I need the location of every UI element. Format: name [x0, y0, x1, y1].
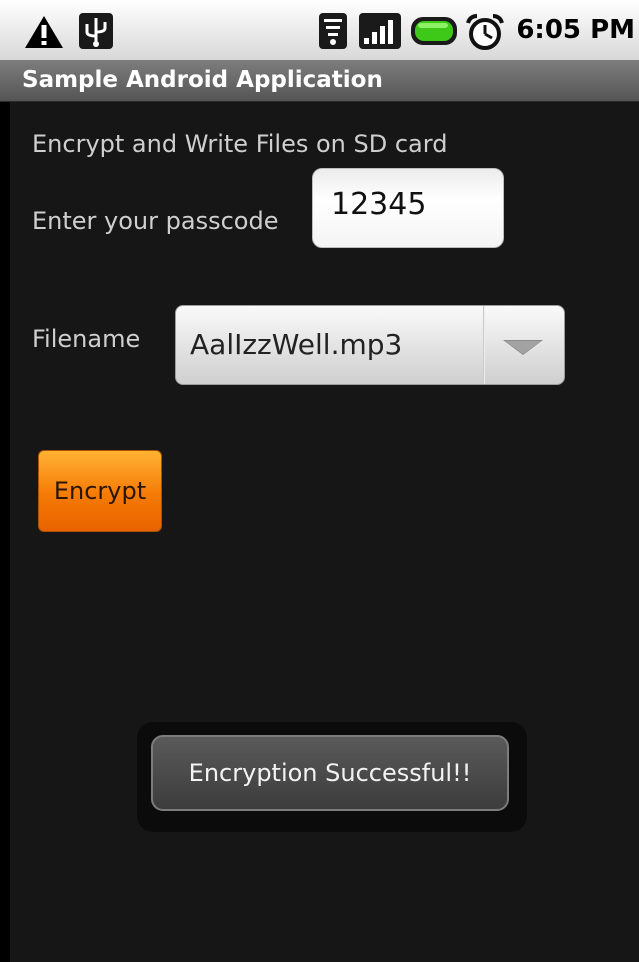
usb-icon: [79, 13, 113, 49]
wifi-icon: [319, 13, 347, 49]
filename-spinner[interactable]: AalIzzWell.mp3: [175, 305, 565, 385]
spinner-divider: [483, 306, 485, 384]
encrypt-button[interactable]: Encrypt: [38, 450, 162, 532]
app-title: Sample Android Application: [22, 67, 383, 93]
chevron-down-icon: [503, 340, 543, 355]
alarm-clock-icon: [466, 14, 504, 50]
signal-icon: [359, 13, 401, 49]
app-title-bar: Sample Android Application: [0, 60, 639, 102]
passcode-label: Enter your passcode: [32, 207, 279, 235]
passcode-input[interactable]: 12345: [312, 168, 504, 248]
warning-icon: [25, 16, 63, 48]
screen-heading: Encrypt and Write Files on SD card: [32, 130, 448, 158]
status-bar: 6:05 PM: [0, 0, 639, 61]
filename-selected-value: AalIzzWell.mp3: [190, 328, 403, 361]
status-time: 6:05 PM: [516, 15, 635, 45]
battery-icon: [411, 17, 457, 45]
filename-label: Filename: [32, 325, 141, 353]
toast-message: Encryption Successful!!: [151, 735, 509, 811]
